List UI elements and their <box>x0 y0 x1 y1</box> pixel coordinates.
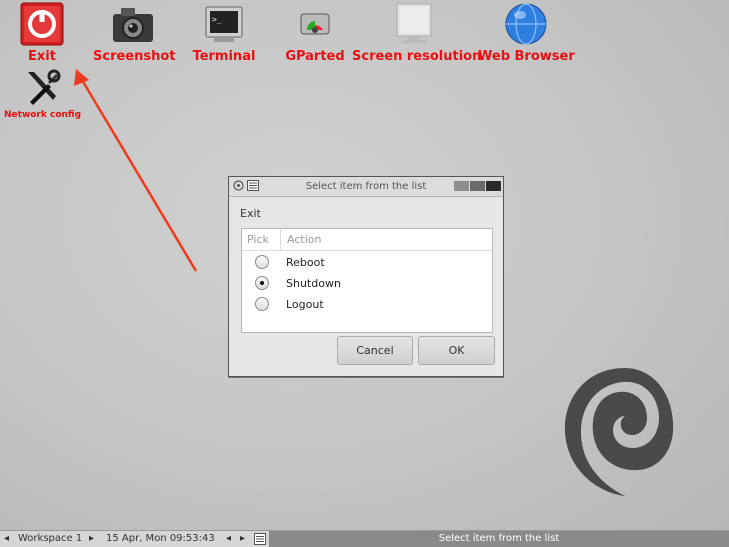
taskbar-active-task[interactable]: Select item from the list <box>269 531 729 547</box>
radio-logout[interactable] <box>255 297 269 311</box>
list-item-reboot[interactable]: Reboot <box>242 252 492 273</box>
list-header: Pick Action <box>242 229 492 251</box>
close-button[interactable] <box>486 181 501 191</box>
list-item-logout[interactable]: Logout <box>242 294 492 315</box>
list-item-label: Reboot <box>286 256 325 269</box>
cancel-button[interactable]: Cancel <box>337 336 413 365</box>
select-item-dialog: Select item from the list Exit Pick Acti… <box>228 176 504 377</box>
list-item-label: Shutdown <box>286 277 341 290</box>
workspace-label[interactable]: Workspace 1 <box>18 533 82 544</box>
maximize-button[interactable] <box>470 181 485 191</box>
clock: 15 Apr, Mon 09:53:43 <box>106 533 215 544</box>
column-divider <box>280 229 281 250</box>
column-header-action[interactable]: Action <box>287 233 321 246</box>
taskbar: ◂ Workspace 1 ▸ 15 Apr, Mon 09:53:43 ◂ ▸… <box>0 530 729 547</box>
dialog-heading: Exit <box>240 207 261 220</box>
radio-shutdown[interactable] <box>255 276 269 290</box>
ok-button[interactable]: OK <box>418 336 495 365</box>
list-item-shutdown[interactable]: Shutdown <box>242 273 492 294</box>
dialog-titlebar[interactable]: Select item from the list <box>229 177 503 197</box>
task-next-icon[interactable]: ▸ <box>240 533 245 544</box>
window-list-icon[interactable] <box>254 533 266 545</box>
workspace-prev-icon[interactable]: ◂ <box>4 533 9 544</box>
column-header-pick[interactable]: Pick <box>247 233 269 246</box>
workspace-next-icon[interactable]: ▸ <box>89 533 94 544</box>
radio-reboot[interactable] <box>255 255 269 269</box>
list-item-label: Logout <box>286 298 324 311</box>
debian-logo-icon <box>564 368 674 496</box>
minimize-button[interactable] <box>454 181 469 191</box>
task-prev-icon[interactable]: ◂ <box>226 533 231 544</box>
options-list: Pick Action Reboot Shutdown Logout <box>241 228 493 333</box>
